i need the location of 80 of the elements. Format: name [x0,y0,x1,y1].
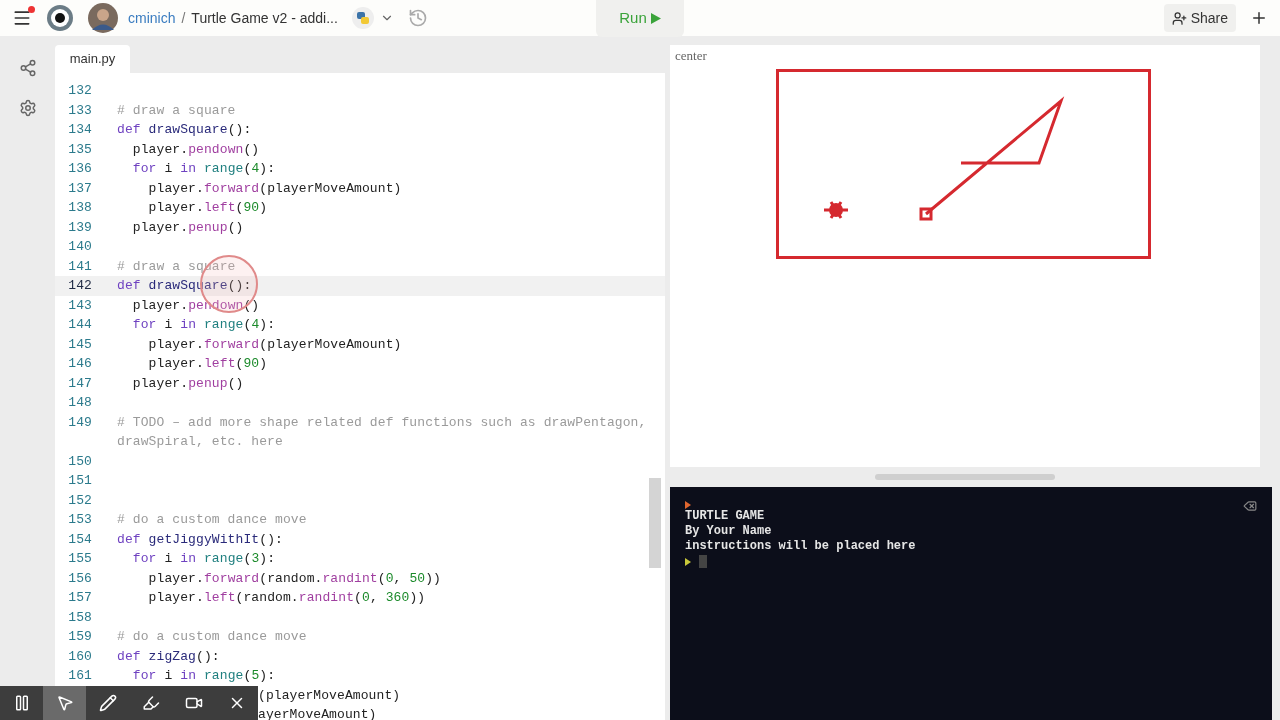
play-icon [650,13,661,24]
line-number: 155 [68,551,92,566]
code-line: player.forward(random.randint(0, 50)) [147,570,441,586]
line-number: 142 [68,278,92,293]
avatar[interactable] [88,3,118,33]
share-button[interactable]: Share [1163,4,1236,32]
line-number: 136 [68,161,92,176]
line-number: 159 [68,629,92,644]
code-line: # do a custom dance move [117,512,307,527]
project-title[interactable]: Turtle Game v2 - addi... [191,7,338,29]
code-line: for i in range(4): [131,317,276,332]
line-number: 134 [68,122,92,137]
line-number: 146 [68,356,92,371]
line-number: 144 [68,317,92,332]
line-number: 157 [68,590,92,605]
console-line: By Your Name [685,524,772,539]
line-number: 156 [68,570,92,586]
line-number: 147 [68,375,92,391]
prompt-icon [685,557,691,566]
code-line: for i in range(4): [131,161,276,176]
logo-icon[interactable] [46,4,74,32]
share-nodes-icon[interactable] [18,59,37,77]
code-line: player.forward(playerMoveAmount) [147,336,402,352]
console-line: instructions will be placed here [685,539,916,554]
line-number: 158 [68,609,92,625]
line-number: 154 [68,531,92,547]
line-number: 149 [68,414,92,430]
line-number: 150 [68,453,92,469]
code-line: (playerMoveAmount) [258,687,401,703]
prompt-icon [685,501,691,509]
code-line: player.pendown() [131,141,260,157]
code-line: def getJiggyWithIt(): [117,531,283,547]
add-icon[interactable] [1250,9,1268,27]
code-line: # do a custom dance move [117,629,307,644]
code-line: for i in range(3): [131,551,276,566]
line-number: 145 [68,336,92,352]
code-line: # draw a square [117,102,236,118]
line-number: 148 [68,395,92,410]
code-line: player.left(random.randint(0, 360)) [147,590,426,605]
username-link[interactable]: cminich [128,7,176,29]
console-input[interactable] [699,555,707,568]
line-number: 141 [68,258,92,274]
path-separator: / [181,8,186,28]
pointer-icon [55,694,74,712]
code-line: player.left(90) [147,356,268,371]
code-line: player.forward(playerMoveAmount) [147,180,402,196]
line-number: 137 [68,180,92,196]
settings-icon[interactable] [18,99,37,117]
line-number: 153 [68,512,92,527]
python-icon[interactable] [351,7,374,29]
code-line: ayerMoveAmount) [258,707,377,720]
line-number: 132 [68,83,92,98]
pointer-tool-button[interactable] [43,686,86,720]
code-line: def drawSquare(): [117,122,252,137]
code-line: def zigZag(): [117,648,220,664]
canvas-label: center [675,47,707,65]
code-line: # TODO – add more shape related def functions such as drawPentagon, drawSpiral, etc. here [117,414,648,449]
code-line: player.left(90) [147,200,268,215]
code-line: player.penup() [131,219,244,235]
console-line: TURTLE GAME [685,509,765,524]
line-number: 152 [68,492,92,508]
scrollbar-thumb[interactable] [649,478,661,568]
line-number: 138 [68,200,92,215]
code-line: player.penup() [131,375,244,391]
code-line: def drawSquare(): [117,278,252,293]
highlighter-icon [141,694,160,712]
line-number: 140 [68,239,92,254]
line-number: 161 [68,668,92,683]
horizontal-scrollbar[interactable] [875,474,1055,480]
line-number: 151 [68,473,92,488]
add-user-icon [1171,10,1187,26]
line-number: 139 [68,219,92,235]
line-number: 160 [68,648,92,664]
line-number: 143 [68,297,92,313]
pencil-icon [98,694,117,712]
file-tab[interactable]: main.py [55,45,130,73]
line-number: 135 [68,141,92,157]
line-number: 133 [68,102,92,118]
menu-icon[interactable] [12,8,32,28]
code-line: for i in range(5): [131,668,276,683]
